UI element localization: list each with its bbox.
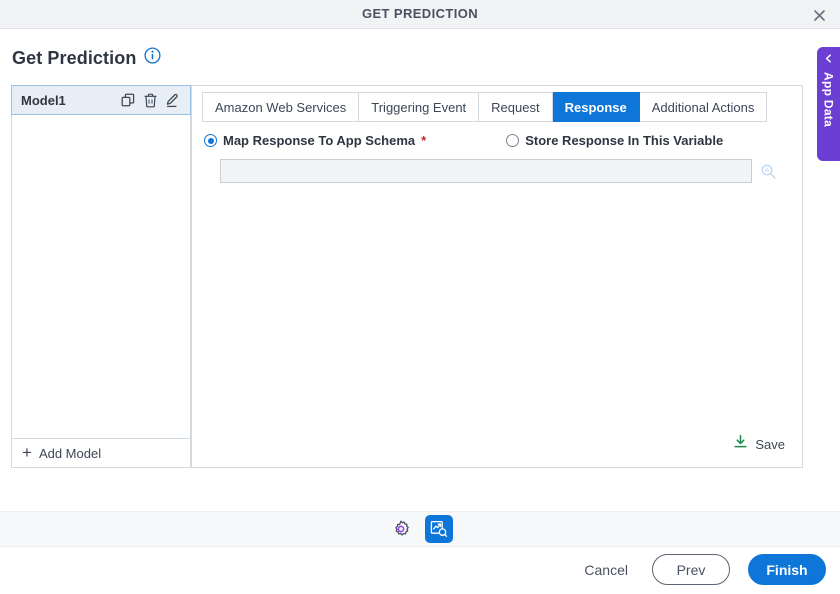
- tab-additional-actions[interactable]: Additional Actions: [639, 92, 768, 122]
- app-data-panel-toggle[interactable]: App Data: [817, 47, 840, 161]
- bottom-toolbar: [0, 511, 840, 547]
- radio-map-response-to-app-schema[interactable]: Map Response To App Schema *: [204, 133, 426, 148]
- radio-label-map-response: Map Response To App Schema: [223, 133, 416, 148]
- response-mode-radio-group: Map Response To App Schema * Store Respo…: [204, 133, 723, 148]
- tab-response[interactable]: Response: [552, 92, 640, 122]
- app-data-label: App Data: [821, 72, 836, 128]
- model-list-item[interactable]: Model1: [11, 85, 191, 115]
- info-icon[interactable]: [144, 47, 161, 69]
- model-list-panel: Model1 + Add Model: [11, 85, 191, 468]
- trash-icon[interactable]: [139, 89, 161, 111]
- save-download-icon: [733, 434, 748, 454]
- chevron-left-icon: [824, 54, 833, 66]
- schema-input[interactable]: [220, 159, 752, 183]
- tab-amazon-web-services[interactable]: Amazon Web Services: [202, 92, 360, 122]
- add-model-button[interactable]: + Add Model: [11, 438, 191, 468]
- prev-button[interactable]: Prev: [652, 554, 730, 585]
- tab-bar: Amazon Web Services Triggering Event Req…: [202, 92, 768, 122]
- dialog-title: GET PREDICTION: [361, 6, 479, 21]
- save-label: Save: [755, 436, 785, 452]
- dialog-title-bar: GET PREDICTION: [0, 0, 840, 29]
- plus-icon: +: [22, 442, 32, 462]
- page-header: Get Prediction: [12, 47, 161, 69]
- radio-indicator-unselected[interactable]: [506, 134, 520, 147]
- pencil-icon[interactable]: [161, 89, 183, 111]
- content-panel: Amazon Web Services Triggering Event Req…: [191, 85, 803, 468]
- chart-preview-icon[interactable]: [425, 515, 453, 543]
- model-name: Model1: [21, 92, 66, 108]
- dialog-footer: Cancel Prev Finish: [578, 554, 826, 585]
- tab-request[interactable]: Request: [479, 92, 553, 122]
- required-marker: *: [421, 133, 427, 148]
- close-icon[interactable]: [808, 4, 830, 26]
- copy-icon[interactable]: [117, 89, 139, 111]
- save-button[interactable]: Save: [729, 431, 789, 457]
- add-model-label: Add Model: [38, 445, 102, 461]
- tab-triggering-event[interactable]: Triggering Event: [359, 92, 480, 122]
- search-icon[interactable]: [758, 161, 778, 181]
- radio-label-store-response: Store Response In This Variable: [525, 133, 724, 148]
- radio-indicator-selected[interactable]: [204, 134, 217, 147]
- finish-button[interactable]: Finish: [748, 554, 826, 585]
- cancel-button[interactable]: Cancel: [578, 561, 634, 579]
- radio-store-response-in-variable[interactable]: Store Response In This Variable: [506, 133, 723, 148]
- schema-field-row: [220, 159, 778, 183]
- gear-icon[interactable]: [387, 515, 415, 543]
- page-title: Get Prediction: [12, 47, 137, 68]
